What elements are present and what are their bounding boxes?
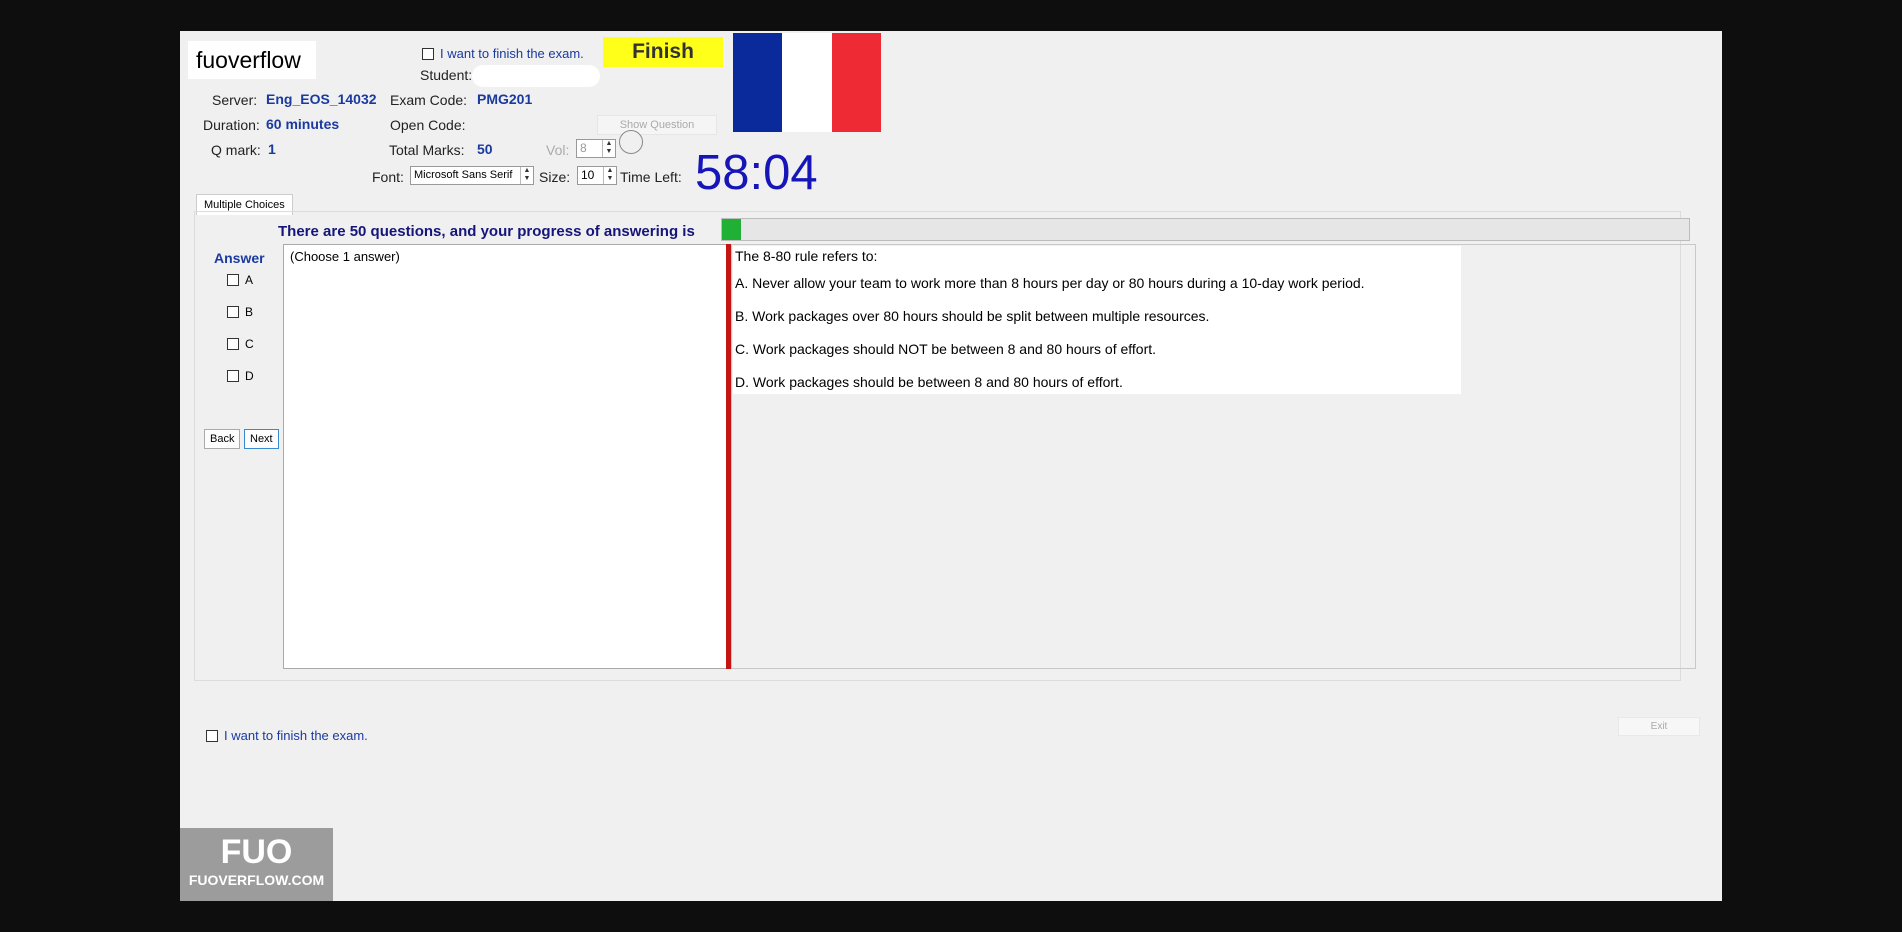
progress-bar (721, 218, 1690, 241)
bottom-finish-checkbox-row[interactable]: I want to finish the exam. (206, 728, 368, 743)
answer-text-area[interactable]: (Choose 1 answer) (283, 244, 727, 669)
exit-button[interactable]: Exit (1618, 717, 1700, 736)
show-question-button[interactable]: Show Question (597, 115, 717, 135)
student-name-field (472, 65, 600, 87)
answer-checkbox-a[interactable] (227, 274, 239, 286)
exam-window: fuoverflow I want to finish the exam. Fi… (180, 31, 1722, 901)
qmark-value: 1 (268, 141, 276, 157)
finish-button[interactable]: Finish (603, 37, 723, 67)
question-choice-b: B. Work packages over 80 hours should be… (735, 308, 1210, 324)
progress-bar-fill (722, 219, 742, 240)
question-choice-c: C. Work packages should NOT be between 8… (735, 341, 1157, 357)
french-flag-icon (733, 33, 881, 132)
back-button[interactable]: Back (204, 429, 241, 449)
qmark-label: Q mark: (211, 142, 261, 158)
answer-checkbox-d[interactable] (227, 370, 239, 382)
progress-label: There are 50 questions, and your progres… (278, 223, 695, 240)
font-value: Microsoft Sans Serif (414, 169, 513, 181)
watermark-big-text: FUO (220, 833, 293, 871)
size-value: 10 (581, 168, 595, 182)
watermark-small-text: FUOVERFLOW.COM (188, 872, 325, 888)
answer-option-a-label: A (245, 273, 254, 287)
answer-checkbox-c[interactable] (227, 338, 239, 350)
font-label: Font: (372, 169, 404, 185)
bottom-finish-label: I want to finish the exam. (224, 728, 368, 743)
vol-stepper[interactable]: 8 ▲ ▼ (576, 139, 616, 158)
flag-stripe-red (831, 33, 881, 132)
server-label: Server: (212, 92, 258, 108)
flag-stripe-blue (733, 33, 783, 132)
time-left-value: 58:04 (695, 146, 818, 200)
exam-code-value: PMG201 (477, 91, 533, 107)
size-stepper-arrows-icon[interactable]: ▲ ▼ (603, 167, 616, 184)
answer-checkbox-b[interactable] (227, 306, 239, 318)
duration-value: 60 minutes (266, 116, 340, 132)
time-left-label: Time Left: (620, 169, 682, 185)
open-code-field[interactable] (472, 114, 592, 134)
top-finish-label: I want to finish the exam. (440, 46, 584, 61)
vol-label: Vol: (546, 142, 570, 158)
question-content: The 8-80 rule refers to: A. Never allow … (733, 246, 1461, 394)
vol-stepper-arrows-icon[interactable]: ▲ ▼ (602, 140, 615, 157)
font-selector-arrows-icon[interactable]: ▲ ▼ (520, 167, 533, 184)
flag-stripe-white (782, 33, 832, 132)
answer-title: Answer (214, 250, 265, 266)
app-logo: fuoverflow (188, 41, 316, 79)
answer-option-b-label: B (245, 305, 254, 319)
total-marks-label: Total Marks: (389, 142, 465, 158)
next-button[interactable]: Next (244, 429, 279, 449)
answer-hint: (Choose 1 answer) (290, 249, 400, 264)
fuoverflow-watermark-logo: FUO FUOVERFLOW.COM (180, 828, 333, 901)
answer-option-a[interactable]: A (227, 273, 253, 287)
top-finish-checkbox-row[interactable]: I want to finish the exam. (422, 46, 584, 61)
total-marks-value: 50 (477, 141, 493, 157)
exam-code-label: Exam Code: (390, 92, 468, 108)
volume-knob[interactable] (619, 130, 643, 154)
size-label: Size: (539, 169, 571, 185)
answer-option-d-label: D (245, 369, 254, 383)
font-selector[interactable]: Microsoft Sans Serif ▲ ▼ (410, 166, 534, 185)
duration-label: Duration: (203, 117, 260, 133)
answer-option-b[interactable]: B (227, 305, 253, 319)
answer-option-c[interactable]: C (227, 337, 254, 351)
server-value: Eng_EOS_14032 (266, 91, 377, 107)
question-choice-d: D. Work packages should be between 8 and… (735, 374, 1123, 390)
answer-option-c-label: C (245, 337, 254, 351)
vol-value: 8 (580, 141, 587, 155)
question-stem: The 8-80 rule refers to: (735, 248, 878, 264)
top-finish-checkbox[interactable] (422, 47, 434, 60)
bottom-finish-checkbox[interactable] (206, 729, 218, 742)
size-stepper[interactable]: 10 ▲ ▼ (577, 166, 617, 185)
student-label: Student: (420, 67, 473, 83)
answer-option-d[interactable]: D (227, 369, 254, 383)
question-choice-a: A. Never allow your team to work more th… (735, 275, 1365, 291)
open-code-label: Open Code: (390, 117, 466, 133)
